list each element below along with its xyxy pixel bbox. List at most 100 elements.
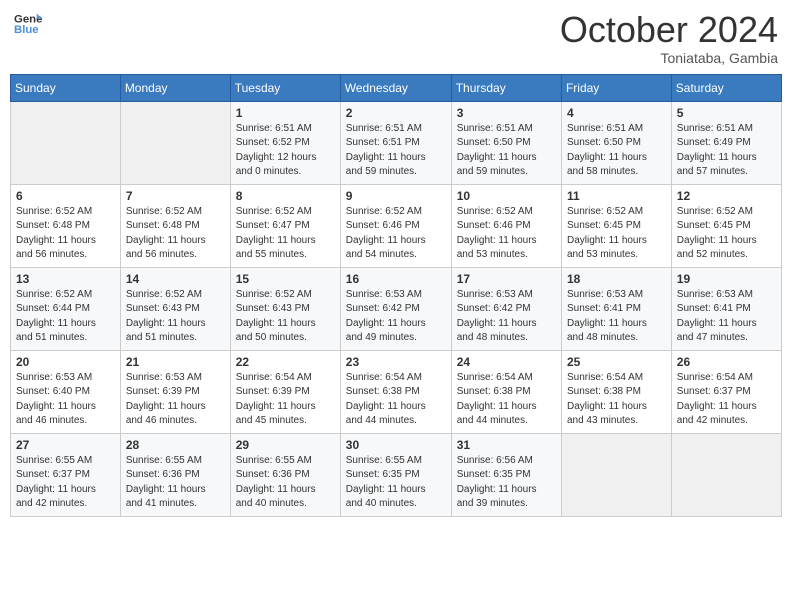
calendar-cell: 15 Sunrise: 6:52 AM Sunset: 6:43 PM Dayli… xyxy=(230,267,340,350)
calendar-cell: 4Sunrise: 6:51 AM Sunset: 6:50 PM Daylig… xyxy=(561,101,671,184)
day-number: 13 xyxy=(16,272,115,286)
calendar-cell: 1 Sunrise: 6:51 AM Sunset: 6:52 PM Daylig… xyxy=(230,101,340,184)
calendar-cell: 11 Sunrise: 6:52 AM Sunset: 6:45 PM Dayli… xyxy=(561,184,671,267)
day-info: Sunrise: 6:52 AM Sunset: 6:48 PM Dayligh… xyxy=(126,205,225,263)
day-number: 4 xyxy=(567,106,666,120)
logo: General Blue xyxy=(14,10,42,38)
header-row: SundayMondayTuesdayWednesdayThursdayFrid… xyxy=(11,74,782,101)
day-number: 3 xyxy=(457,106,556,120)
calendar-cell: 24 Sunrise: 6:54 AM Sunset: 6:38 PM Dayli… xyxy=(451,350,561,433)
week-row-5: 27 Sunrise: 6:55 AM Sunset: 6:37 PM Dayli… xyxy=(11,433,782,516)
day-info: Sunrise: 6:54 AM Sunset: 6:38 PM Dayligh… xyxy=(457,371,556,429)
day-info: Sunrise: 6:54 AM Sunset: 6:38 PM Dayligh… xyxy=(567,371,666,429)
calendar-cell: 31 Sunrise: 6:56 AM Sunset: 6:35 PM Dayli… xyxy=(451,433,561,516)
day-number: 8 xyxy=(236,189,335,203)
calendar-cell: 25 Sunrise: 6:54 AM Sunset: 6:38 PM Dayli… xyxy=(561,350,671,433)
day-info: Sunrise: 6:52 AM Sunset: 6:46 PM Dayligh… xyxy=(457,205,556,263)
day-info: Sunrise: 6:54 AM Sunset: 6:39 PM Dayligh… xyxy=(236,371,335,429)
day-number: 23 xyxy=(346,355,446,369)
calendar-cell xyxy=(561,433,671,516)
day-number: 25 xyxy=(567,355,666,369)
day-number: 11 xyxy=(567,189,666,203)
calendar-table: SundayMondayTuesdayWednesdayThursdayFrid… xyxy=(10,74,782,517)
week-row-4: 20 Sunrise: 6:53 AM Sunset: 6:40 PM Dayli… xyxy=(11,350,782,433)
calendar-cell: 16 Sunrise: 6:53 AM Sunset: 6:42 PM Dayli… xyxy=(340,267,451,350)
calendar-cell: 30 Sunrise: 6:55 AM Sunset: 6:35 PM Dayli… xyxy=(340,433,451,516)
calendar-cell: 13 Sunrise: 6:52 AM Sunset: 6:44 PM Dayli… xyxy=(11,267,121,350)
day-number: 7 xyxy=(126,189,225,203)
week-row-3: 13 Sunrise: 6:52 AM Sunset: 6:44 PM Dayli… xyxy=(11,267,782,350)
day-number: 9 xyxy=(346,189,446,203)
day-info: Sunrise: 6:55 AM Sunset: 6:37 PM Dayligh… xyxy=(16,454,115,512)
day-number: 14 xyxy=(126,272,225,286)
calendar-cell: 22 Sunrise: 6:54 AM Sunset: 6:39 PM Dayli… xyxy=(230,350,340,433)
day-info: Sunrise: 6:55 AM Sunset: 6:36 PM Dayligh… xyxy=(126,454,225,512)
day-number: 16 xyxy=(346,272,446,286)
day-number: 15 xyxy=(236,272,335,286)
day-info: Sunrise: 6:53 AM Sunset: 6:41 PM Dayligh… xyxy=(677,288,776,346)
day-number: 21 xyxy=(126,355,225,369)
day-info: Sunrise: 6:52 AM Sunset: 6:45 PM Dayligh… xyxy=(567,205,666,263)
day-info: Sunrise: 6:55 AM Sunset: 6:36 PM Dayligh… xyxy=(236,454,335,512)
day-header-wednesday: Wednesday xyxy=(340,74,451,101)
day-info: Sunrise: 6:51 AM Sunset: 6:52 PM Dayligh… xyxy=(236,122,335,180)
calendar-cell: 2 Sunrise: 6:51 AM Sunset: 6:51 PM Daylig… xyxy=(340,101,451,184)
calendar-cell: 21Sunrise: 6:53 AM Sunset: 6:39 PM Dayli… xyxy=(120,350,230,433)
day-info: Sunrise: 6:53 AM Sunset: 6:42 PM Dayligh… xyxy=(457,288,556,346)
calendar-cell: 9 Sunrise: 6:52 AM Sunset: 6:46 PM Daylig… xyxy=(340,184,451,267)
day-number: 29 xyxy=(236,438,335,452)
calendar-cell: 3Sunrise: 6:51 AM Sunset: 6:50 PM Daylig… xyxy=(451,101,561,184)
day-info: Sunrise: 6:52 AM Sunset: 6:43 PM Dayligh… xyxy=(236,288,335,346)
day-number: 18 xyxy=(567,272,666,286)
calendar-cell xyxy=(120,101,230,184)
day-header-monday: Monday xyxy=(120,74,230,101)
day-number: 12 xyxy=(677,189,776,203)
day-number: 24 xyxy=(457,355,556,369)
day-info: Sunrise: 6:52 AM Sunset: 6:46 PM Dayligh… xyxy=(346,205,446,263)
day-header-tuesday: Tuesday xyxy=(230,74,340,101)
calendar-cell: 10 Sunrise: 6:52 AM Sunset: 6:46 PM Dayli… xyxy=(451,184,561,267)
day-info: Sunrise: 6:55 AM Sunset: 6:35 PM Dayligh… xyxy=(346,454,446,512)
page-header: General Blue October 2024 Toniataba, Gam… xyxy=(10,10,782,66)
day-number: 17 xyxy=(457,272,556,286)
month-title: October 2024 xyxy=(560,10,778,50)
day-number: 1 xyxy=(236,106,335,120)
calendar-cell: 27 Sunrise: 6:55 AM Sunset: 6:37 PM Dayli… xyxy=(11,433,121,516)
day-number: 10 xyxy=(457,189,556,203)
day-number: 26 xyxy=(677,355,776,369)
week-row-1: 1 Sunrise: 6:51 AM Sunset: 6:52 PM Daylig… xyxy=(11,101,782,184)
day-number: 2 xyxy=(346,106,446,120)
calendar-cell: 23 Sunrise: 6:54 AM Sunset: 6:38 PM Dayli… xyxy=(340,350,451,433)
day-info: Sunrise: 6:51 AM Sunset: 6:51 PM Dayligh… xyxy=(346,122,446,180)
title-block: October 2024 Toniataba, Gambia xyxy=(560,10,778,66)
day-number: 28 xyxy=(126,438,225,452)
day-number: 31 xyxy=(457,438,556,452)
calendar-cell: 18Sunrise: 6:53 AM Sunset: 6:41 PM Dayli… xyxy=(561,267,671,350)
day-info: Sunrise: 6:53 AM Sunset: 6:42 PM Dayligh… xyxy=(346,288,446,346)
calendar-cell: 8 Sunrise: 6:52 AM Sunset: 6:47 PM Daylig… xyxy=(230,184,340,267)
day-info: Sunrise: 6:52 AM Sunset: 6:43 PM Dayligh… xyxy=(126,288,225,346)
calendar-cell: 20 Sunrise: 6:53 AM Sunset: 6:40 PM Dayli… xyxy=(11,350,121,433)
day-header-sunday: Sunday xyxy=(11,74,121,101)
day-header-saturday: Saturday xyxy=(671,74,781,101)
day-number: 20 xyxy=(16,355,115,369)
day-info: Sunrise: 6:56 AM Sunset: 6:35 PM Dayligh… xyxy=(457,454,556,512)
day-number: 19 xyxy=(677,272,776,286)
day-number: 30 xyxy=(346,438,446,452)
svg-text:Blue: Blue xyxy=(14,24,39,36)
calendar-cell xyxy=(11,101,121,184)
calendar-cell: 19 Sunrise: 6:53 AM Sunset: 6:41 PM Dayli… xyxy=(671,267,781,350)
day-info: Sunrise: 6:52 AM Sunset: 6:44 PM Dayligh… xyxy=(16,288,115,346)
day-info: Sunrise: 6:52 AM Sunset: 6:47 PM Dayligh… xyxy=(236,205,335,263)
day-number: 6 xyxy=(16,189,115,203)
day-info: Sunrise: 6:54 AM Sunset: 6:38 PM Dayligh… xyxy=(346,371,446,429)
day-info: Sunrise: 6:53 AM Sunset: 6:40 PM Dayligh… xyxy=(16,371,115,429)
calendar-cell: 7 Sunrise: 6:52 AM Sunset: 6:48 PM Daylig… xyxy=(120,184,230,267)
location-subtitle: Toniataba, Gambia xyxy=(560,50,778,66)
calendar-cell: 12 Sunrise: 6:52 AM Sunset: 6:45 PM Dayli… xyxy=(671,184,781,267)
day-number: 22 xyxy=(236,355,335,369)
calendar-cell: 17 Sunrise: 6:53 AM Sunset: 6:42 PM Dayli… xyxy=(451,267,561,350)
day-number: 27 xyxy=(16,438,115,452)
day-info: Sunrise: 6:52 AM Sunset: 6:45 PM Dayligh… xyxy=(677,205,776,263)
day-info: Sunrise: 6:51 AM Sunset: 6:49 PM Dayligh… xyxy=(677,122,776,180)
